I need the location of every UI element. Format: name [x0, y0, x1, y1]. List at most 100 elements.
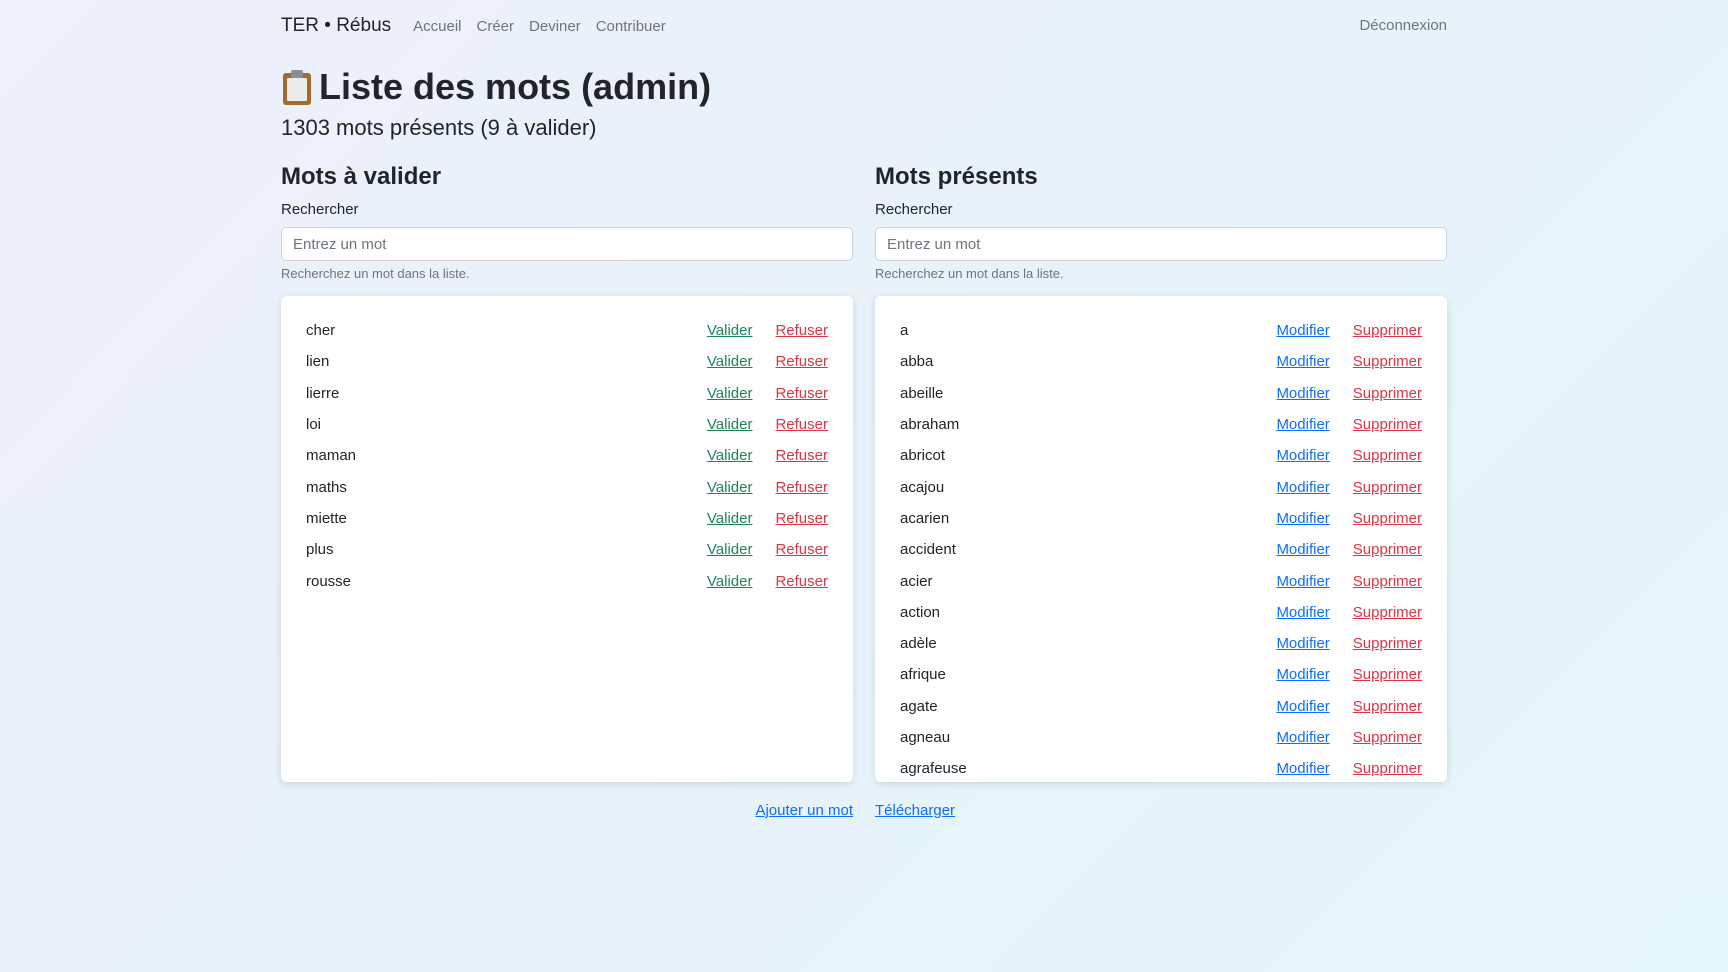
reject-link[interactable]: Refuser	[775, 353, 828, 370]
present-search-input[interactable]	[875, 227, 1447, 261]
validate-link[interactable]: Valider	[707, 385, 753, 402]
edit-link[interactable]: Modifier	[1276, 760, 1329, 777]
edit-link[interactable]: Modifier	[1276, 604, 1329, 621]
validate-link[interactable]: Valider	[707, 541, 753, 558]
pending-search-input[interactable]	[281, 227, 853, 261]
validate-link[interactable]: Valider	[707, 353, 753, 370]
delete-link[interactable]: Supprimer	[1353, 510, 1422, 527]
delete-link[interactable]: Supprimer	[1353, 729, 1422, 746]
nav-link-deviner[interactable]: Deviner	[529, 18, 581, 35]
delete-link[interactable]: Supprimer	[1353, 635, 1422, 652]
list-item: maths Valider Refuser	[306, 471, 828, 502]
delete-link[interactable]: Supprimer	[1353, 760, 1422, 777]
delete-link[interactable]: Supprimer	[1353, 416, 1422, 433]
reject-link[interactable]: Refuser	[775, 322, 828, 339]
edit-link[interactable]: Modifier	[1276, 322, 1329, 339]
word-label: agate	[900, 697, 938, 715]
word-label: acarien	[900, 509, 950, 527]
reject-link[interactable]: Refuser	[775, 510, 828, 527]
validate-link[interactable]: Valider	[707, 447, 753, 464]
word-label: acier	[900, 572, 933, 590]
delete-link[interactable]: Supprimer	[1353, 698, 1422, 715]
nav-link-creer[interactable]: Créer	[477, 18, 515, 35]
list-item: agate Modifier Supprimer	[900, 691, 1422, 722]
word-label: abba	[900, 353, 934, 371]
present-words-section: Mots présents Rechercher Recherchez un m…	[875, 163, 1447, 782]
edit-link[interactable]: Modifier	[1276, 666, 1329, 683]
list-item: plus Valider Refuser	[306, 534, 828, 565]
present-words-list[interactable]: a Modifier Supprimer abba Modifier Supprimer a…	[875, 296, 1447, 782]
list-item: afrique Modifier Supprimer	[900, 659, 1422, 690]
validate-link[interactable]: Valider	[707, 479, 753, 496]
edit-link[interactable]: Modifier	[1276, 416, 1329, 433]
list-item: acier Modifier Supprimer	[900, 565, 1422, 596]
edit-link[interactable]: Modifier	[1276, 479, 1329, 496]
validate-link[interactable]: Valider	[707, 322, 753, 339]
edit-link[interactable]: Modifier	[1276, 698, 1329, 715]
list-item: accident Modifier Supprimer	[900, 534, 1422, 565]
delete-link[interactable]: Supprimer	[1353, 604, 1422, 621]
reject-link[interactable]: Refuser	[775, 479, 828, 496]
list-item: acajou Modifier Supprimer	[900, 471, 1422, 502]
word-label: miette	[306, 509, 347, 527]
edit-link[interactable]: Modifier	[1276, 541, 1329, 558]
logout-link[interactable]: Déconnexion	[1359, 17, 1447, 34]
delete-link[interactable]: Supprimer	[1353, 666, 1422, 683]
pending-words-section: Mots à valider Rechercher Recherchez un …	[281, 163, 853, 782]
edit-link[interactable]: Modifier	[1276, 353, 1329, 370]
list-item: rousse Valider Refuser	[306, 565, 828, 596]
page-title-text: Liste des mots (admin)	[319, 66, 712, 107]
delete-link[interactable]: Supprimer	[1353, 541, 1422, 558]
list-item: lien Valider Refuser	[306, 346, 828, 377]
list-item: lierre Valider Refuser	[306, 378, 828, 409]
word-label: loi	[306, 416, 322, 434]
delete-link[interactable]: Supprimer	[1353, 447, 1422, 464]
word-label: plus	[306, 541, 334, 559]
list-item: action Modifier Supprimer	[900, 597, 1422, 628]
validate-link[interactable]: Valider	[707, 573, 753, 590]
nav-link-accueil[interactable]: Accueil	[413, 18, 461, 35]
add-word-link[interactable]: Ajouter un mot	[755, 802, 853, 819]
edit-link[interactable]: Modifier	[1276, 447, 1329, 464]
reject-link[interactable]: Refuser	[775, 385, 828, 402]
pending-search-help: Recherchez un mot dans la liste.	[281, 266, 470, 281]
present-search-label: Rechercher	[875, 201, 953, 218]
edit-link[interactable]: Modifier	[1276, 385, 1329, 402]
delete-link[interactable]: Supprimer	[1353, 385, 1422, 402]
download-link[interactable]: Télécharger	[875, 802, 955, 819]
reject-link[interactable]: Refuser	[775, 416, 828, 433]
validate-link[interactable]: Valider	[707, 510, 753, 527]
list-item: agneau Modifier Supprimer	[900, 722, 1422, 753]
reject-link[interactable]: Refuser	[775, 573, 828, 590]
edit-link[interactable]: Modifier	[1276, 510, 1329, 527]
list-item: abeille Modifier Supprimer	[900, 378, 1422, 409]
word-label: adèle	[900, 635, 937, 653]
word-label: a	[900, 322, 909, 340]
delete-link[interactable]: Supprimer	[1353, 353, 1422, 370]
list-item: miette Valider Refuser	[306, 503, 828, 534]
delete-link[interactable]: Supprimer	[1353, 573, 1422, 590]
word-label: rousse	[306, 572, 352, 590]
word-label: abricot	[900, 447, 946, 465]
list-item: loi Valider Refuser	[306, 409, 828, 440]
pending-words-list[interactable]: cher Valider Refuser lien Valider Refuser lier…	[281, 296, 853, 782]
list-item: abba Modifier Supprimer	[900, 346, 1422, 377]
edit-link[interactable]: Modifier	[1276, 729, 1329, 746]
reject-link[interactable]: Refuser	[775, 447, 828, 464]
list-item: acarien Modifier Supprimer	[900, 503, 1422, 534]
word-label: cher	[306, 322, 336, 340]
list-item: abraham Modifier Supprimer	[900, 409, 1422, 440]
word-label: acajou	[900, 478, 945, 496]
delete-link[interactable]: Supprimer	[1353, 479, 1422, 496]
nav-link-contribuer[interactable]: Contribuer	[596, 18, 666, 35]
delete-link[interactable]: Supprimer	[1353, 322, 1422, 339]
edit-link[interactable]: Modifier	[1276, 573, 1329, 590]
validate-link[interactable]: Valider	[707, 416, 753, 433]
pending-title: Mots à valider	[281, 163, 442, 190]
reject-link[interactable]: Refuser	[775, 541, 828, 558]
brand-logo[interactable]: TER • Rébus	[281, 15, 391, 37]
edit-link[interactable]: Modifier	[1276, 635, 1329, 652]
page-subtitle: 1303 mots présents (9 à valider)	[281, 115, 597, 140]
present-title: Mots présents	[875, 163, 1038, 190]
word-label: maths	[306, 478, 347, 496]
